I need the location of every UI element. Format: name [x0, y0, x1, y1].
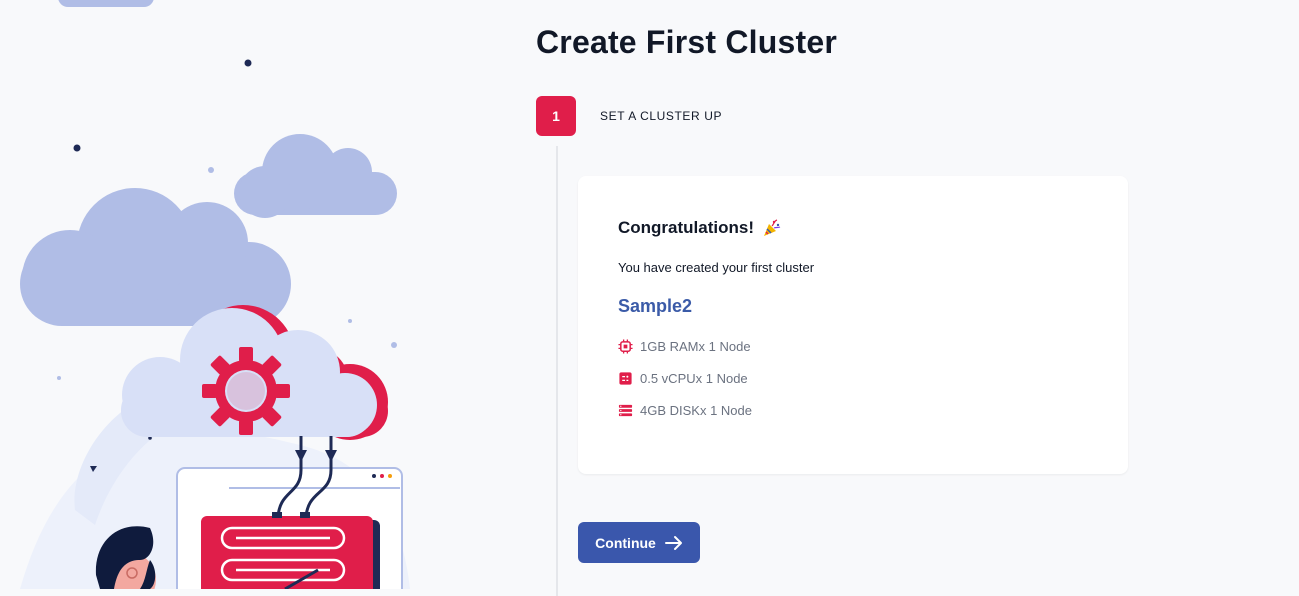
disk-icon: [618, 404, 633, 417]
spec-ram: 1GB RAMx 1 Node: [618, 339, 751, 354]
congratulations-heading: Congratulations!: [618, 218, 782, 238]
step-number-badge: 1: [536, 96, 576, 136]
step-connector-line: [556, 146, 558, 596]
page-title: Create First Cluster: [536, 24, 837, 60]
spec-cpu: 0.5 vCPUx 1 Node: [618, 371, 748, 386]
cloud-illustration: [20, 0, 410, 589]
party-popper-icon: [764, 219, 781, 236]
continue-button[interactable]: Continue: [578, 522, 700, 563]
spec-ram-text: 1GB RAMx 1 Node: [640, 339, 751, 354]
cluster-name: Sample2: [618, 296, 693, 316]
cpu-icon: [619, 372, 632, 385]
spec-disk: 4GB DISKx 1 Node: [618, 403, 752, 418]
spec-cpu-text: 0.5 vCPUx 1 Node: [640, 371, 748, 386]
continue-button-label: Continue: [595, 534, 656, 551]
cluster-created-message: You have created your first cluster: [618, 260, 815, 275]
spec-disk-text: 4GB DISKx 1 Node: [640, 403, 752, 418]
step-label: SET A CLUSTER UP: [600, 109, 723, 123]
arrow-right-icon: [664, 535, 682, 550]
memory-chip-icon: [618, 339, 633, 354]
congratulations-text: Congratulations!: [618, 218, 754, 237]
cluster-summary-card: Congratulations! You have created your f…: [578, 176, 1128, 474]
